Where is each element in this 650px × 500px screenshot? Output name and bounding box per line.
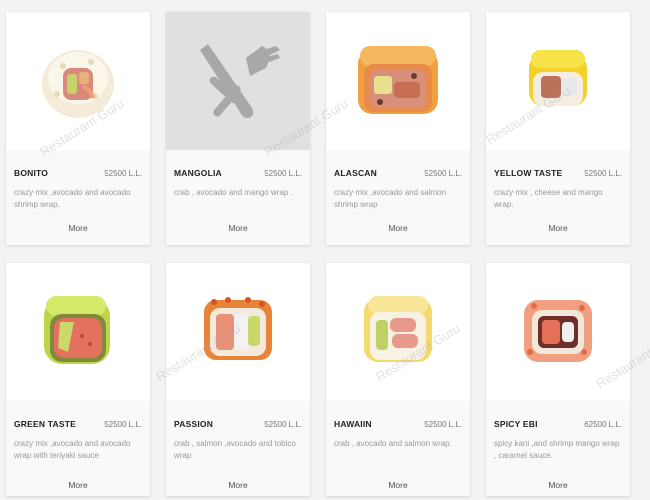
card-body: PASSION 52500 L.L. crab , salmon ,avocad… xyxy=(166,401,310,496)
sushi-roll-image xyxy=(44,296,110,364)
dish-image xyxy=(326,12,470,150)
card-body: BONITO 52500 L.L. crazy mix ,avocado and… xyxy=(6,150,150,245)
dish-price: 52500 L.L. xyxy=(584,168,622,178)
menu-card-green-taste[interactable]: GREEN TASTE 52500 L.L. crazy mix ,avocad… xyxy=(6,263,150,496)
more-link[interactable]: More xyxy=(166,223,310,233)
dish-image xyxy=(486,263,630,401)
dish-name: MANGOLIA xyxy=(174,168,222,178)
menu-card-spicy-ebi[interactable]: SPICY EBI 62500 L.L. spicy kani ,and shr… xyxy=(486,263,630,496)
dish-name: PASSION xyxy=(174,419,214,429)
dish-price: 52500 L.L. xyxy=(264,168,302,178)
sushi-roll-image xyxy=(524,300,592,362)
sushi-roll-image xyxy=(529,50,587,106)
sushi-roll-image xyxy=(364,296,432,362)
dish-name: GREEN TASTE xyxy=(14,419,77,429)
sushi-roll-image xyxy=(204,297,272,360)
menu-card-yellow-taste[interactable]: YELLOW TASTE 52500 L.L. crazy mix , chee… xyxy=(486,12,630,245)
menu-card-hawaiin[interactable]: HAWAIIN 52500 L.L. crab , avocado and sa… xyxy=(326,263,470,496)
dish-name: SPICY EBI xyxy=(494,419,538,429)
dish-description: crazy mix ,avocado and avocado shrimp wr… xyxy=(14,188,131,209)
dish-description: crab , avocado and salmon wrap. xyxy=(334,439,452,448)
dish-image xyxy=(6,263,150,401)
menu-card-passion[interactable]: PASSION 52500 L.L. crab , salmon ,avocad… xyxy=(166,263,310,496)
dish-description: spicy kani ,and shrimp mango wrap , cara… xyxy=(494,439,620,460)
menu-grid: BONITO 52500 L.L. crazy mix ,avocado and… xyxy=(6,12,630,496)
dish-image xyxy=(166,263,310,401)
dish-price: 52500 L.L. xyxy=(264,419,302,429)
dish-price: 52500 L.L. xyxy=(104,419,142,429)
more-link[interactable]: More xyxy=(326,223,470,233)
dish-image-placeholder xyxy=(166,12,310,150)
dish-price: 52500 L.L. xyxy=(104,168,142,178)
more-link[interactable]: More xyxy=(326,480,470,490)
fork-knife-icon xyxy=(200,44,280,118)
dish-name: HAWAIIN xyxy=(334,419,372,429)
dish-description: crab , salmon ,avocado and tobico wrap xyxy=(174,439,296,460)
more-link[interactable]: More xyxy=(6,223,150,233)
card-body: HAWAIIN 52500 L.L. crab , avocado and sa… xyxy=(326,401,470,496)
dish-price: 52500 L.L. xyxy=(424,419,462,429)
more-link[interactable]: More xyxy=(6,480,150,490)
more-link[interactable]: More xyxy=(166,480,310,490)
more-link[interactable]: More xyxy=(486,480,630,490)
dish-image xyxy=(326,263,470,401)
more-link[interactable]: More xyxy=(486,223,630,233)
dish-name: ALASCAN xyxy=(334,168,377,178)
card-body: YELLOW TASTE 52500 L.L. crazy mix , chee… xyxy=(486,150,630,245)
menu-card-mangolia[interactable]: MANGOLIA 52500 L.L. crab , avocado and m… xyxy=(166,12,310,245)
dish-description: crab , avocado and mango wrap . xyxy=(174,188,293,197)
dish-name: YELLOW TASTE xyxy=(494,168,563,178)
card-body: SPICY EBI 62500 L.L. spicy kani ,and shr… xyxy=(486,401,630,496)
dish-image xyxy=(486,12,630,150)
sushi-roll-image xyxy=(42,50,114,118)
dish-description: crazy mix ,avocado and salmon shrimp wra… xyxy=(334,188,447,209)
dish-price: 62500 L.L. xyxy=(584,419,622,429)
card-body: MANGOLIA 52500 L.L. crab , avocado and m… xyxy=(166,150,310,245)
menu-card-bonito[interactable]: BONITO 52500 L.L. crazy mix ,avocado and… xyxy=(6,12,150,245)
dish-image xyxy=(6,12,150,150)
card-body: GREEN TASTE 52500 L.L. crazy mix ,avocad… xyxy=(6,401,150,496)
dish-description: crazy mix , cheese and mango wrap. xyxy=(494,188,603,209)
dish-description: crazy mix ,avocado and avocado wrap with… xyxy=(14,439,131,460)
dish-price: 52500 L.L. xyxy=(424,168,462,178)
sushi-roll-image xyxy=(358,46,438,114)
dish-name: BONITO xyxy=(14,168,49,178)
menu-card-alascan[interactable]: ALASCAN 52500 L.L. crazy mix ,avocado an… xyxy=(326,12,470,245)
card-body: ALASCAN 52500 L.L. crazy mix ,avocado an… xyxy=(326,150,470,245)
